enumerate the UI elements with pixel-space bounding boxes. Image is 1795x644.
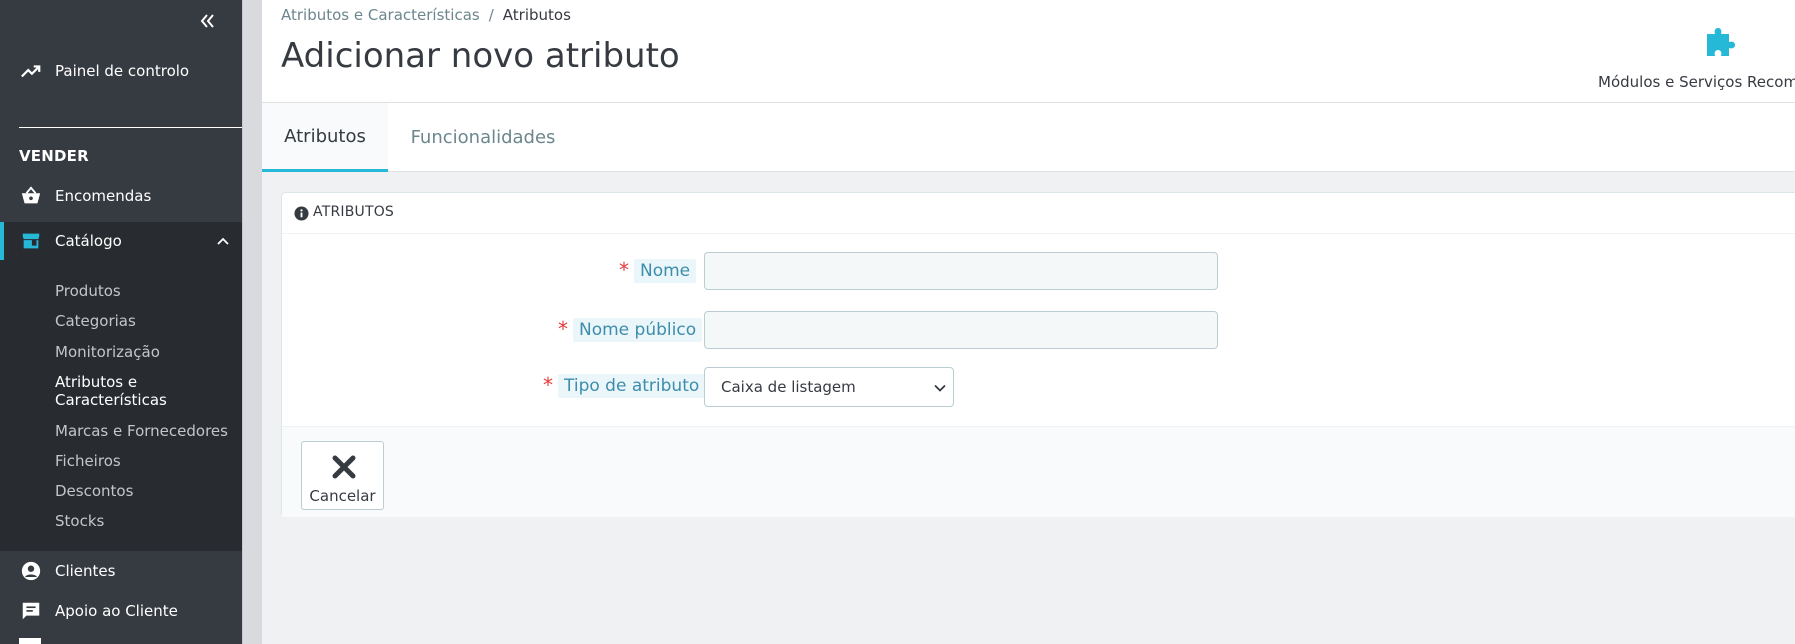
sidebar: Painel de controlo VENDER Encomendas Cat… — [0, 0, 242, 644]
public-name-label: Nome público — [573, 318, 703, 342]
chat-icon — [19, 599, 43, 623]
breadcrumb-current: Atributos — [502, 6, 571, 24]
sidebar-item-orders[interactable]: Encomendas — [0, 177, 242, 215]
submenu-item-attributes[interactable]: Atributos e Características — [55, 373, 225, 409]
tab-bar: Atributos Funcionalidades — [262, 103, 1795, 172]
required-indicator: * — [619, 258, 629, 282]
basket-icon — [19, 184, 43, 208]
submenu-item-brands[interactable]: Marcas e Fornecedores — [55, 422, 228, 440]
chevron-up-icon[interactable] — [216, 233, 230, 247]
attribute-type-select[interactable]: Caixa de listagem — [704, 367, 954, 407]
section-title: VENDER — [19, 147, 89, 165]
puzzle-icon — [1703, 24, 1739, 60]
page-title: Adicionar novo atributo — [281, 36, 680, 76]
active-indicator — [0, 222, 4, 260]
sidebar-divider — [19, 127, 242, 128]
sidebar-item-customers[interactable]: Clientes — [0, 552, 242, 590]
sidebar-item-label: Painel de controlo — [55, 62, 190, 80]
form-row-name: * Nome — [282, 252, 1795, 292]
public-name-input[interactable] — [704, 311, 1218, 349]
panel-title: ATRIBUTOS — [313, 204, 395, 220]
breadcrumb: Atributos e Características / Atributos — [281, 6, 571, 24]
store-icon — [19, 229, 43, 253]
info-icon — [294, 206, 309, 221]
chevron-down-icon — [933, 381, 947, 395]
submenu-item-products[interactable]: Produtos — [55, 282, 121, 300]
double-chevron-left-icon[interactable] — [196, 11, 218, 33]
name-label: Nome — [634, 259, 697, 283]
trending-up-icon — [19, 59, 43, 83]
sidebar-item-support[interactable]: Apoio ao Cliente — [0, 592, 242, 630]
form-row-attribute-type: * Tipo de atributo Caixa de listagem — [282, 367, 1795, 407]
tab-attributes[interactable]: Atributos — [262, 103, 388, 172]
partial-nav-icon — [19, 638, 41, 644]
sidebar-item-label: Catálogo — [55, 232, 122, 250]
sidebar-item-label: Clientes — [55, 562, 116, 580]
sidebar-item-label: Encomendas — [55, 187, 152, 205]
sidebar-item-dashboard[interactable]: Painel de controlo — [0, 56, 242, 86]
catalog-submenu: Produtos Categorias Monitorização Atribu… — [0, 260, 242, 551]
submenu-item-categories[interactable]: Categorias — [55, 312, 136, 330]
sidebar-item-label: Apoio ao Cliente — [55, 602, 178, 620]
breadcrumb-link[interactable]: Atributos e Características — [281, 6, 480, 24]
sidebar-scroll-gutter — [242, 0, 262, 644]
required-indicator: * — [543, 373, 553, 397]
panel-footer: Cancelar — [282, 426, 1795, 517]
cancel-button[interactable]: Cancelar — [301, 441, 384, 510]
sidebar-item-catalog[interactable]: Catálogo — [0, 222, 242, 260]
submenu-item-monitoring[interactable]: Monitorização — [55, 343, 160, 361]
submenu-item-stocks[interactable]: Stocks — [55, 512, 104, 530]
attribute-type-value: Caixa de listagem — [721, 378, 856, 396]
modules-label: Módulos e Serviços Recomen — [1598, 73, 1795, 91]
attribute-form-panel: ATRIBUTOS * Nome * Nome público * Tipo d… — [281, 192, 1795, 517]
form-row-public-name: * Nome público — [282, 311, 1795, 351]
attribute-type-label: Tipo de atributo — [558, 374, 706, 398]
name-input[interactable] — [704, 252, 1218, 290]
required-indicator: * — [558, 317, 568, 341]
submenu-item-files[interactable]: Ficheiros — [55, 452, 121, 470]
close-icon — [331, 454, 357, 480]
account-circle-icon — [19, 559, 43, 583]
breadcrumb-separator: / — [488, 6, 494, 24]
page-header: Atributos e Características / Atributos Ad… — [262, 0, 1795, 103]
cancel-label: Cancelar — [309, 487, 376, 505]
submenu-item-discounts[interactable]: Descontos — [55, 482, 133, 500]
tab-features[interactable]: Funcionalidades — [388, 103, 578, 172]
panel-header: ATRIBUTOS — [282, 193, 1795, 234]
